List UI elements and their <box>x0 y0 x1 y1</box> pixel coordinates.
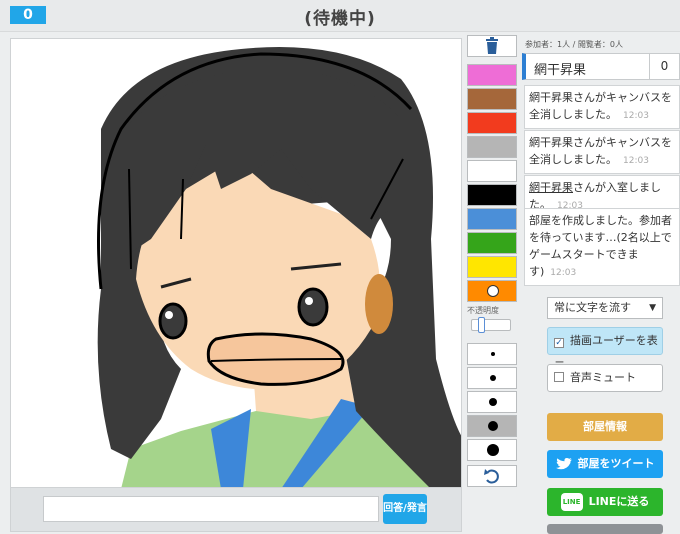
trash-icon <box>486 37 498 54</box>
color-swatch-pink[interactable] <box>467 64 517 86</box>
canvas-drawing <box>97 47 461 487</box>
player-name: 網干昇果 <box>534 63 587 78</box>
drawing-eye-right-highlight <box>305 297 313 305</box>
color-swatch-white[interactable] <box>467 160 517 182</box>
participants-count: 参加者：1人 / 閲覧者：0人 <box>525 40 623 49</box>
brush-size-4[interactable] <box>467 415 517 437</box>
brush-size-dot <box>491 352 495 356</box>
chat-time: 12:03 <box>623 156 649 166</box>
opacity-slider-thumb[interactable] <box>478 317 486 333</box>
color-swatch-red[interactable] <box>467 112 517 134</box>
color-swatch-black[interactable] <box>467 184 517 206</box>
tweet-room-button[interactable]: 部屋をツイート <box>547 450 663 478</box>
more-button[interactable] <box>547 524 663 534</box>
color-swatch-orange[interactable] <box>467 280 517 302</box>
room-info-label: 部屋情報 <box>583 420 627 433</box>
drawing-eye-left <box>158 302 188 340</box>
room-info-button[interactable]: 部屋情報 <box>547 413 663 441</box>
text-flow-select[interactable]: 常に文字を流す ▼ <box>547 297 663 319</box>
color-swatch-blue[interactable] <box>467 208 517 230</box>
text-flow-select-value: 常に文字を流す <box>554 301 631 314</box>
checkbox-empty-icon[interactable] <box>554 372 564 382</box>
answer-bar: 回答/発言 <box>10 488 462 532</box>
opacity-slider[interactable] <box>471 317 511 333</box>
brush-size-2[interactable] <box>467 367 517 389</box>
chat-message: 網干昇果さんがキャンバスを全消ししました。 12:03 <box>524 85 680 129</box>
drawing-ear <box>365 274 393 334</box>
chat-time: 12:03 <box>550 268 577 278</box>
drawing-eye-left-highlight <box>165 311 173 319</box>
selected-color-indicator <box>487 285 499 297</box>
drawing-eye-right <box>297 287 329 327</box>
color-swatch-yellow[interactable] <box>467 256 517 278</box>
opacity-label: 不透明度 <box>467 306 499 315</box>
chat-text: 網干昇果さんがキャンバスを全消ししました。 <box>529 91 672 121</box>
undo-icon <box>484 469 499 484</box>
mute-toggle[interactable]: 音声ミュート <box>547 364 663 392</box>
show-drawer-toggle[interactable]: ✓描画ユーザーを表示 <box>547 327 663 373</box>
brush-size-1[interactable] <box>467 343 517 365</box>
line-share-button[interactable]: LINE LINEに送る <box>547 488 663 516</box>
undo-button[interactable] <box>467 465 517 487</box>
chat-text: 網干昇果さんがキャンバスを全消ししました。 <box>529 136 672 166</box>
chat-message: 網干昇果さんがキャンバスを全消ししました。 12:03 <box>524 130 680 174</box>
brush-size-dot <box>490 375 496 381</box>
answer-submit-button[interactable]: 回答/発言 <box>383 494 427 524</box>
top-bar: 0 (待機中) <box>0 0 680 32</box>
color-swatch-gray[interactable] <box>467 136 517 158</box>
player-row: 網干昇果 0 <box>522 53 680 80</box>
brush-size-dot <box>489 398 497 406</box>
brush-size-3[interactable] <box>467 391 517 413</box>
checkbox-checked-icon[interactable]: ✓ <box>554 338 564 348</box>
twitter-bird-icon <box>555 457 572 469</box>
chat-time: 12:03 <box>623 111 649 121</box>
line-app-icon: LINE <box>560 493 583 511</box>
brush-size-dot <box>487 444 499 456</box>
brush-size-5[interactable] <box>467 439 517 461</box>
chat-message: 部屋を作成しました。参加者を待っています…(2名以上でゲームスタートできます) 1… <box>524 208 680 286</box>
color-swatch-brown[interactable] <box>467 88 517 110</box>
mute-label: 音声ミュート <box>570 371 636 384</box>
clear-canvas-button[interactable] <box>467 35 517 57</box>
line-share-label: LINEに送る <box>588 495 650 508</box>
chat-user-link[interactable]: 網干昇果 <box>529 181 573 194</box>
color-swatch-green[interactable] <box>467 232 517 254</box>
tweet-room-label: 部屋をツイート <box>577 457 655 470</box>
answer-input[interactable] <box>43 496 379 522</box>
brush-size-dot <box>488 421 498 431</box>
chevron-down-icon: ▼ <box>649 303 656 313</box>
status-title: (待機中) <box>304 9 376 29</box>
drawing-canvas[interactable] <box>10 38 462 488</box>
player-score: 0 <box>649 54 679 79</box>
